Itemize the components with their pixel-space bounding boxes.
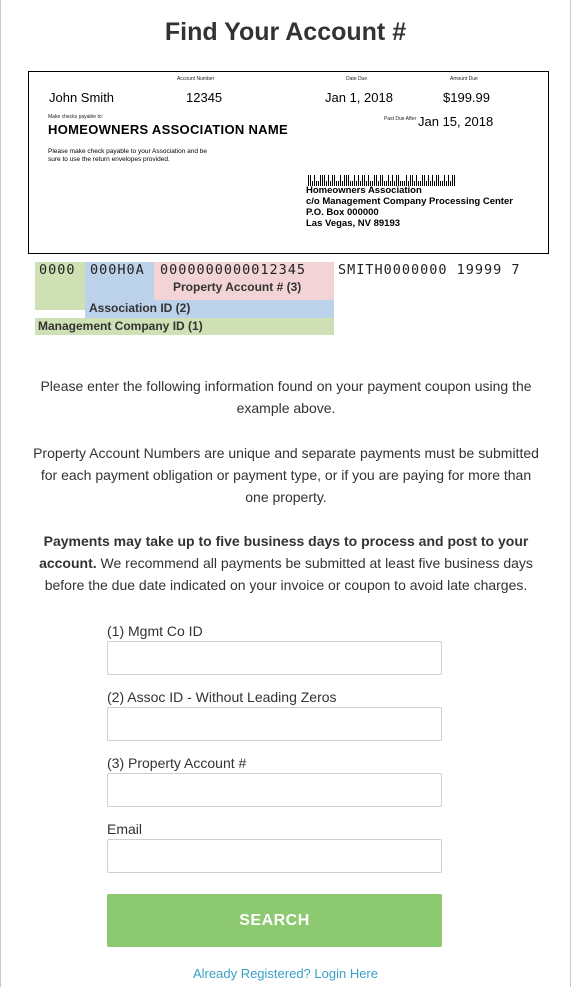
coupon-note-line1: Please make check payable to your Associ…	[48, 148, 207, 155]
coupon-hoa-name: HOMEOWNERS ASSOCIATION NAME	[48, 122, 288, 137]
coupon-account-label: Account Number	[177, 76, 215, 82]
micr-remaining-digits: SMITH0000000 19999 7	[338, 262, 521, 278]
instructions-paragraph-2: Property Account Numbers are unique and …	[33, 445, 539, 505]
coupon-due-label: Date Due	[346, 76, 368, 82]
barcode-bar	[454, 175, 455, 186]
barcode-bar	[438, 175, 439, 186]
coupon-address-line1: Homeowners Association	[306, 185, 422, 196]
coupon-account-number: 12345	[186, 90, 223, 105]
coupon-amount-label: Amount Due	[450, 76, 478, 82]
micr-assoc-digits: 000H0A	[90, 262, 145, 278]
coupon-due-date: Jan 1, 2018	[325, 90, 393, 105]
search-button[interactable]: SEARCH	[107, 894, 442, 947]
barcode-bar	[450, 181, 451, 186]
barcode-bar	[422, 175, 423, 186]
barcode-bar	[444, 175, 445, 186]
instructions-paragraph-3: Payments may take up to five business da…	[28, 530, 544, 596]
mgmt-co-id-input[interactable]	[107, 641, 442, 675]
coupon-past-due-label: Past Due After	[384, 116, 417, 122]
coupon-name: John Smith	[49, 90, 115, 105]
micr-line-diagram: 0000 000H0A 0000000000012345 SMITH000000…	[35, 262, 545, 338]
page-title: Find Your Account #	[164, 18, 407, 46]
micr-property-digits: 0000000000012345	[160, 262, 307, 278]
micr-mgmt-digits: 0000	[39, 262, 76, 278]
coupon-address-line2: c/o Management Company Processing Center	[306, 196, 513, 207]
barcode-bar	[440, 181, 441, 186]
barcode-bar	[434, 181, 435, 186]
barcode-bar	[448, 175, 449, 186]
barcode-bar	[452, 175, 453, 186]
barcode-bar	[446, 181, 447, 186]
coupon-note-line2: sure to use the return envelopes provide…	[48, 156, 170, 163]
mgmt-co-id-label: (1) Mgmt Co ID	[107, 623, 203, 639]
barcode-bar	[428, 175, 429, 186]
barcode-bar	[424, 175, 425, 186]
instructions-paragraph-1: Please enter the following information f…	[40, 378, 532, 416]
barcode-bar	[436, 175, 437, 186]
mgmt-id-label: Management Company ID (1)	[38, 319, 203, 333]
barcode-bar	[442, 181, 443, 186]
assoc-id-label: Association ID (2)	[89, 301, 191, 315]
late-charge-notice: We recommend all payments be submitted a…	[44, 555, 533, 593]
barcode-bar	[426, 181, 427, 186]
email-label: Email	[107, 821, 143, 837]
coupon-past-due-date: Jan 15, 2018	[418, 114, 494, 129]
coupon-payable-label: Make checks payable to:	[48, 114, 104, 120]
assoc-id-field-label: (2) Assoc ID - Without Leading Zeros	[107, 689, 337, 705]
login-link[interactable]: Already Registered? Login Here	[0, 966, 571, 981]
coupon-amount: $199.99	[443, 90, 490, 105]
barcode-bar	[430, 181, 431, 186]
coupon-address-line3: P.O. Box 000000	[306, 207, 379, 218]
barcode-bar	[432, 175, 433, 186]
sample-coupon: John Smith Account Number 12345 Date Due…	[28, 71, 549, 254]
assoc-id-input[interactable]	[107, 707, 442, 741]
property-account-input[interactable]	[107, 773, 442, 807]
property-account-field-label: (3) Property Account #	[107, 755, 247, 771]
property-account-label: Property Account # (3)	[173, 280, 302, 294]
email-input[interactable]	[107, 839, 442, 873]
coupon-address-line4: Las Vegas, NV 89193	[306, 218, 401, 229]
